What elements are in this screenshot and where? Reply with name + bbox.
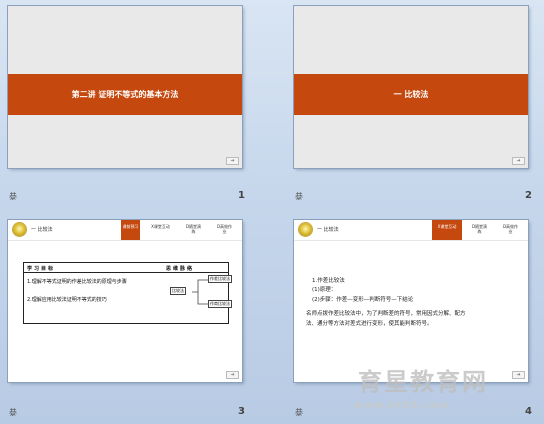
- mind-node: 作商比较法: [208, 300, 232, 308]
- logo-icon: [13, 223, 26, 236]
- content-line: (2)步骤：作差—变形—判断符号—下结论: [312, 297, 414, 303]
- tab-interaction[interactable]: X课堂互动: [151, 220, 170, 240]
- slide-corner-icon: 㳟: [295, 408, 303, 417]
- tab-practice[interactable]: D随堂演练: [184, 220, 203, 240]
- content-line: 名师点拨作差比较法中，为了判断差的符号，常用因式分解、配方: [306, 311, 466, 317]
- watermark-url: www.ht88.com: [354, 400, 450, 411]
- slide-header: 一 比较法 课前预习 X课堂互动 D随堂演练 D高效作业: [8, 220, 242, 241]
- mind-node: 作差比较法: [208, 275, 232, 283]
- content-line: 1.作差比较法: [312, 278, 345, 284]
- slide-thumbnail-2[interactable]: 一 比较法 ➜: [294, 6, 528, 168]
- slide-number: 2: [525, 190, 532, 201]
- next-arrow-icon: ➜: [512, 371, 525, 379]
- next-arrow-icon: ➜: [226, 371, 239, 379]
- slide-corner-icon: 㳟: [9, 408, 17, 417]
- slide-corner-icon: 㳟: [9, 192, 17, 201]
- slide-title: 第二讲 证明不等式的基本方法: [8, 74, 242, 115]
- logo-icon: [299, 223, 312, 236]
- tab-interaction[interactable]: X课堂互动: [432, 220, 462, 240]
- goal-table: 学习目标 思维脉络 1.理解不等式证明的作差比较法的原理与步骤 2.理解应用比较…: [23, 262, 232, 324]
- mind-connector: [192, 279, 208, 305]
- mind-title: 思维脉络: [166, 266, 195, 272]
- tab-practice[interactable]: D随堂演练: [470, 220, 489, 240]
- tab-preview[interactable]: 课前预习: [121, 220, 140, 240]
- tab-homework[interactable]: D高效作业: [501, 220, 520, 240]
- mind-center: 比较法: [170, 287, 186, 295]
- header-title: 一 比较法: [317, 227, 339, 233]
- slide-number: 3: [238, 406, 245, 417]
- content-line: (1)原理：: [312, 287, 337, 293]
- slide-header: 一 比较法 X课堂互动 D随堂演练 D高效作业: [294, 220, 528, 241]
- header-title: 一 比较法: [31, 227, 53, 233]
- watermark: 育星教育网: [358, 367, 488, 396]
- goal-item: 2.理解应用比较法证明不等式的技巧: [27, 297, 107, 303]
- slide-number: 4: [525, 406, 532, 417]
- slide-thumbnail-4[interactable]: 一 比较法 X课堂互动 D随堂演练 D高效作业 1.作差比较法 (1)原理： (…: [294, 220, 528, 382]
- slide-corner-icon: 㳟: [295, 192, 303, 201]
- goal-item: 1.理解不等式证明的作差比较法的原理与步骤: [27, 279, 127, 285]
- tab-preview[interactable]: [412, 220, 431, 240]
- next-arrow-icon: ➜: [512, 157, 525, 165]
- slide-thumbnail-3[interactable]: 一 比较法 课前预习 X课堂互动 D随堂演练 D高效作业 学习目标 思维脉络 1…: [8, 220, 242, 382]
- slide-title: 一 比较法: [294, 74, 528, 115]
- next-arrow-icon: ➜: [226, 157, 239, 165]
- content-line: 法、通分等方法对差式进行变形，使其能判断符号。: [306, 321, 433, 327]
- tab-homework[interactable]: D高效作业: [215, 220, 234, 240]
- slide-thumbnail-1[interactable]: 第二讲 证明不等式的基本方法 ➜: [8, 6, 242, 168]
- goal-title: 学习目标: [27, 266, 56, 272]
- slide-number: 1: [238, 190, 245, 201]
